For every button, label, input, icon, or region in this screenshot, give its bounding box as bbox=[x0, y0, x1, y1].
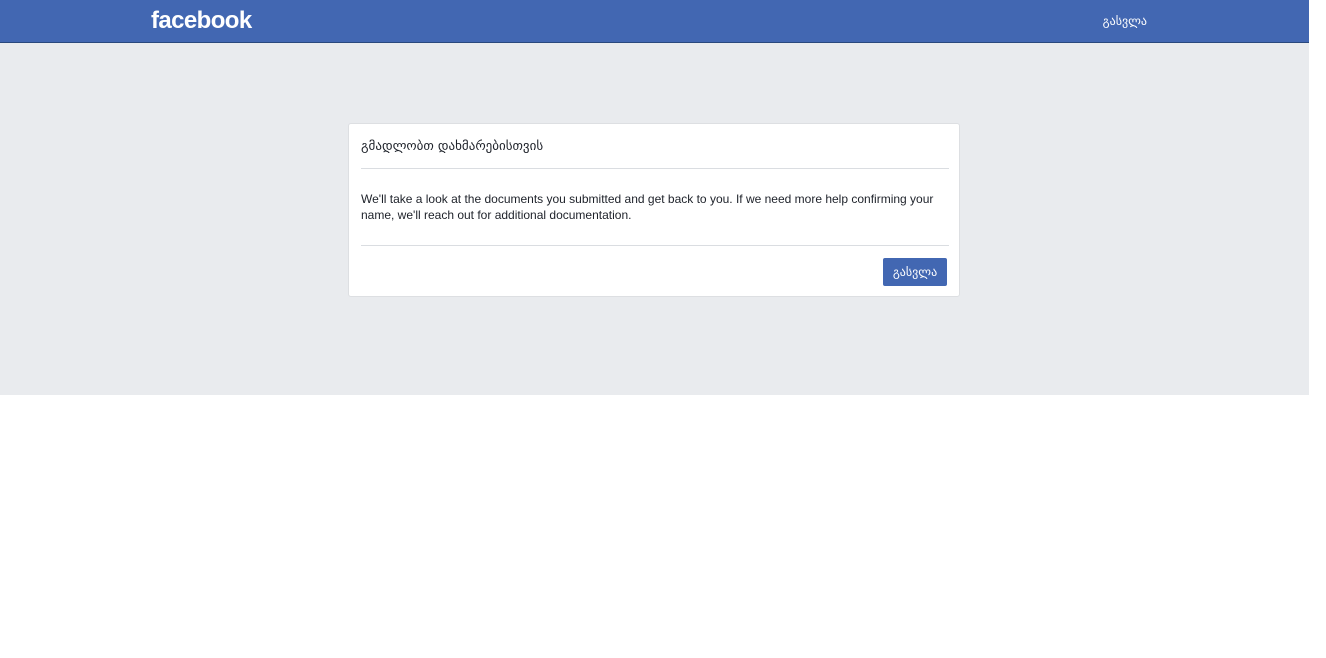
logout-button[interactable]: გასვლა bbox=[883, 258, 947, 286]
card-message: We'll take a look at the documents you s… bbox=[361, 192, 934, 222]
topbar-logout-link[interactable]: გასვლა bbox=[1103, 13, 1147, 29]
title-divider bbox=[361, 168, 949, 169]
top-bar: facebook გასვლა bbox=[0, 0, 1309, 43]
footer-divider bbox=[361, 245, 949, 246]
confirmation-card: გმადლობთ დახმარებისთვის We'll take a loo… bbox=[348, 123, 960, 297]
card-title: გმადლობთ დახმარებისთვის bbox=[361, 139, 544, 154]
facebook-logo[interactable]: facebook bbox=[151, 6, 252, 36]
page-background: facebook გასვლა გმადლობთ დახმარებისთვის … bbox=[0, 0, 1309, 395]
